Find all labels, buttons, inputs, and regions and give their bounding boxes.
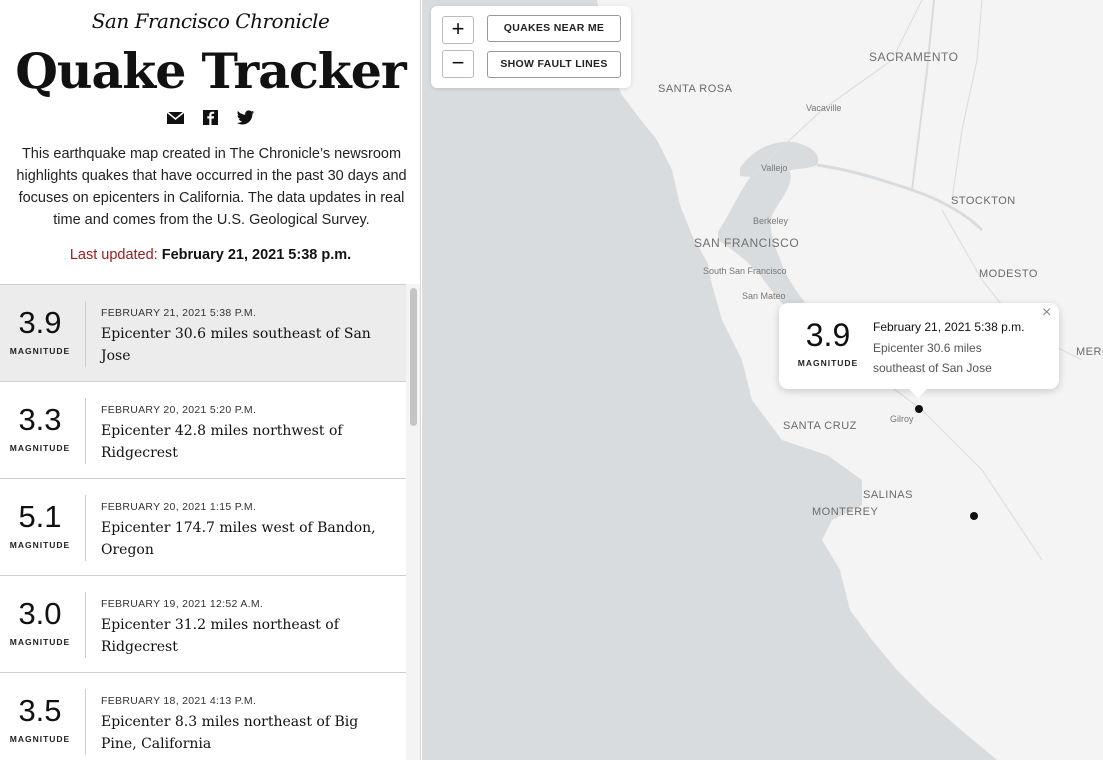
map-view[interactable]: SACRAMENTO SANTA ROSA Vacaville Vallejo …	[422, 0, 1103, 760]
quake-description: Epicenter 42.8 miles northwest of Ridgec…	[101, 423, 343, 461]
popup-magnitude-label: MAGNITUDE	[797, 358, 859, 368]
divider	[85, 398, 86, 464]
quake-list-item[interactable]: 3.9 MAGNITUDE FEBRUARY 21, 2021 5:38 P.M…	[0, 285, 406, 382]
masthead-logo[interactable]: San Francisco Chronicle	[0, 9, 420, 33]
quake-date: FEBRUARY 21, 2021 5:38 P.M.	[101, 307, 257, 319]
magnitude-label: MAGNITUDE	[9, 443, 71, 453]
magnitude-value: 3.5	[18, 693, 62, 728]
magnitude-label: MAGNITUDE	[9, 346, 71, 356]
map-label-santa-rosa: SANTA ROSA	[658, 83, 733, 95]
map-label-santa-cruz: SANTA CRUZ	[783, 420, 857, 432]
magnitude-label: MAGNITUDE	[9, 637, 71, 647]
map-label-vacaville: Vacaville	[806, 103, 842, 113]
quake-date: FEBRUARY 18, 2021 4:13 P.M.	[101, 695, 257, 707]
quake-description: Epicenter 31.2 miles northeast of Ridgec…	[101, 617, 339, 655]
quake-description: Epicenter 8.3 miles northeast of Big Pin…	[101, 714, 359, 752]
map-label-monterey: MONTEREY	[812, 506, 879, 518]
quake-marker[interactable]	[915, 405, 923, 413]
page-title: Quake Tracker	[15, 42, 406, 100]
magnitude-label: MAGNITUDE	[9, 540, 71, 550]
divider	[85, 301, 86, 367]
quake-popup: 3.9 MAGNITUDE February 21, 2021 5:38 p.m…	[779, 303, 1059, 398]
quake-list-item[interactable]: 3.0 MAGNITUDE FEBRUARY 19, 2021 12:52 A.…	[0, 576, 406, 673]
quake-date: FEBRUARY 20, 2021 1:15 P.M.	[101, 501, 257, 513]
map-label-san-mateo: San Mateo	[742, 291, 786, 301]
divider	[85, 592, 86, 658]
map-label-sacramento: SACRAMENTO	[869, 50, 959, 64]
quake-date: FEBRUARY 20, 2021 5:20 P.M.	[101, 404, 257, 416]
facebook-icon[interactable]	[201, 108, 220, 127]
quake-list-item[interactable]: 5.1 MAGNITUDE FEBRUARY 20, 2021 1:15 P.M…	[0, 479, 406, 576]
quake-description: Epicenter 174.7 miles west of Bandon, Or…	[101, 520, 376, 558]
map-label-san-francisco: SAN FRANCISCO	[694, 236, 800, 250]
share-bar	[0, 108, 420, 127]
quake-description: Epicenter 30.6 miles southeast of San Jo…	[101, 326, 371, 364]
close-icon[interactable]: ×	[1042, 304, 1051, 322]
popup-magnitude-value: 3.9	[805, 317, 851, 353]
sidebar: San Francisco Chronicle Quake Tracker Th…	[0, 0, 421, 760]
map-label-merced: MERC	[1076, 346, 1103, 358]
last-updated: Last updated: February 21, 2021 5:38 p.m…	[0, 247, 420, 263]
quake-list[interactable]: 3.9 MAGNITUDE FEBRUARY 21, 2021 5:38 P.M…	[0, 284, 406, 760]
map-controls: + − QUAKES NEAR ME SHOW FAULT LINES	[431, 6, 631, 88]
quake-list-item[interactable]: 3.3 MAGNITUDE FEBRUARY 20, 2021 5:20 P.M…	[0, 382, 406, 479]
magnitude-value: 3.3	[18, 402, 62, 437]
magnitude-value: 3.0	[18, 596, 62, 631]
divider	[85, 689, 86, 755]
zoom-in-button[interactable]: +	[442, 16, 474, 44]
map-label-vallejo: Vallejo	[761, 163, 788, 173]
quake-date: FEBRUARY 19, 2021 12:52 A.M.	[101, 598, 264, 610]
show-fault-lines-button[interactable]: SHOW FAULT LINES	[487, 51, 621, 78]
divider	[85, 495, 86, 561]
zoom-out-button[interactable]: −	[442, 50, 474, 78]
map-label-gilroy: Gilroy	[890, 414, 914, 424]
popup-description: Epicenter 30.6 miles southeast of San Jo…	[873, 341, 992, 375]
scrollbar-thumb[interactable]	[410, 288, 417, 426]
map-label-modesto: MODESTO	[979, 268, 1038, 280]
email-icon[interactable]	[166, 108, 185, 127]
intro-text: This earthquake map created in The Chron…	[16, 146, 407, 228]
map-label-berkeley: Berkeley	[753, 216, 789, 226]
magnitude-value: 5.1	[18, 499, 62, 534]
map-label-south-san-francisco: South San Francisco	[703, 266, 787, 276]
last-updated-label: Last updated:	[69, 247, 158, 263]
map-label-stockton: STOCKTON	[951, 195, 1016, 207]
quake-marker[interactable]	[970, 512, 978, 520]
popup-date: February 21, 2021 5:38 p.m.	[873, 320, 1025, 334]
quakes-near-me-button[interactable]: QUAKES NEAR ME	[487, 15, 621, 42]
quake-list-item[interactable]: 3.5 MAGNITUDE FEBRUARY 18, 2021 4:13 P.M…	[0, 673, 406, 760]
twitter-icon[interactable]	[236, 108, 255, 127]
map-label-salinas: SALINAS	[863, 489, 913, 501]
magnitude-value: 3.9	[18, 305, 62, 340]
magnitude-label: MAGNITUDE	[9, 734, 71, 744]
last-updated-value: February 21, 2021 5:38 p.m.	[161, 247, 352, 263]
